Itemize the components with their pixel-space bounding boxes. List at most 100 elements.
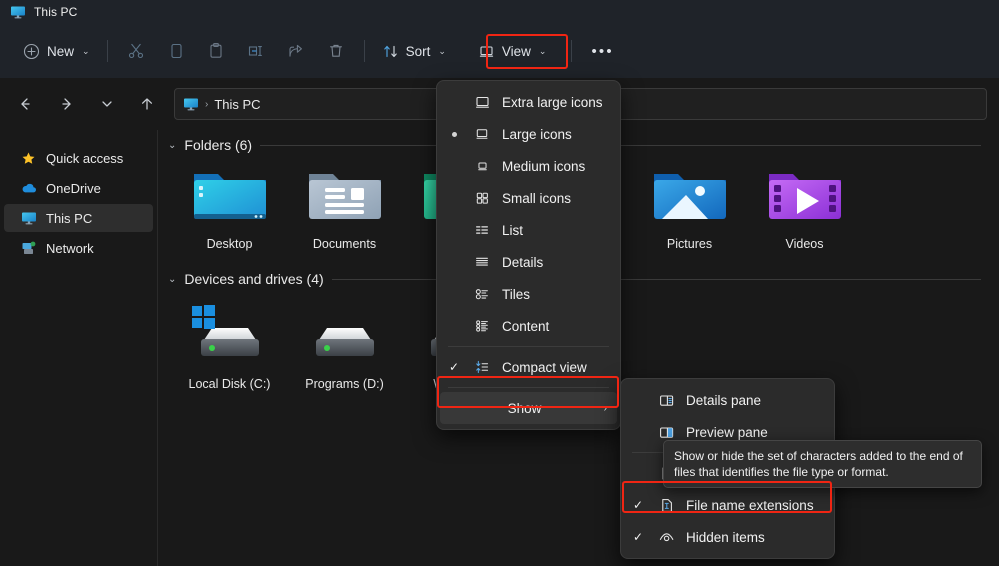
sidebar-item-onedrive[interactable]: OneDrive [4,174,153,202]
breadcrumb[interactable]: This PC [214,97,260,112]
sort-arrows-icon [382,43,399,60]
hidden-items-eye-icon [652,529,680,546]
this-pc-monitor-icon [20,210,37,227]
star-icon [20,150,37,167]
list-icon [468,222,496,238]
sidebar-item-network[interactable]: Network [4,234,153,262]
file-name-extensions-icon [652,497,680,514]
menu-item-details-pane[interactable]: Details pane [624,384,831,416]
tiles-icon [468,286,496,302]
sidebar-item-quick-access[interactable]: Quick access [4,144,153,172]
cloud-icon [20,180,37,197]
scissors-icon [127,42,145,60]
toolbar-divider-3 [571,40,572,62]
menu-item-content[interactable]: Content [440,310,617,342]
arrow-left-icon [17,96,33,112]
list-item[interactable]: Pictures [632,160,747,251]
sidebar-item-label: OneDrive [46,181,101,196]
toolbar-divider-2 [364,40,365,62]
menu-divider [448,346,609,347]
clipboard-paste-icon [207,42,225,60]
details-icon [468,254,496,270]
plus-circle-icon [23,43,40,60]
list-item[interactable]: Programs (D:) [287,300,402,391]
list-item[interactable]: Videos [747,160,862,251]
share-button[interactable] [276,35,316,67]
window-title: This PC [34,5,77,19]
large-icons-icon [468,126,496,142]
see-more-button[interactable]: ••• [580,35,624,67]
menu-item-label: List [502,223,523,238]
forward-button[interactable] [52,89,82,119]
extra-large-icons-icon [468,94,496,111]
menu-item-label: Details [502,255,543,270]
list-item[interactable]: Desktop [172,160,287,251]
menu-item-large-icons[interactable]: Large icons [440,118,617,150]
up-button[interactable] [132,89,162,119]
title-bar: This PC [0,0,999,24]
folder-videos-icon [763,160,847,228]
folder-pictures-icon [648,160,732,228]
chevron-down-icon [99,96,115,112]
menu-item-medium-icons[interactable]: Medium icons [440,150,617,182]
menu-item-compact-view[interactable]: ✓ Compact view [440,351,617,383]
view-dropdown-menu: Extra large icons Large icons Medium ico… [436,80,621,430]
menu-item-list[interactable]: List [440,214,617,246]
menu-item-tiles[interactable]: Tiles [440,278,617,310]
menu-item-label: Compact view [502,360,587,375]
sidebar-item-label: Quick access [46,151,123,166]
menu-item-file-name-extensions[interactable]: ✓ File name extensions [624,489,831,521]
copy-button[interactable] [156,35,196,67]
paste-button[interactable] [196,35,236,67]
view-button[interactable]: View ⌄ [469,35,556,67]
menu-item-label: Show [508,401,542,416]
menu-item-label: Small icons [502,191,571,206]
chevron-down-icon: ⌄ [82,46,90,57]
navigation-pane: Quick access OneDrive T [0,130,158,566]
group-header-label: Folders (6) [184,137,252,153]
new-button[interactable]: New ⌄ [14,35,99,67]
chevron-down-icon: ⌄ [168,274,176,285]
item-label: Programs (D:) [305,377,383,391]
share-icon [287,42,305,60]
menu-item-label: Extra large icons [502,95,603,110]
tooltip-text: Show or hide the set of characters added… [674,449,963,479]
menu-item-small-icons[interactable]: Small icons [440,182,617,214]
item-label: Documents [313,237,376,251]
recent-locations-button[interactable] [92,89,122,119]
sort-button-label: Sort [406,44,431,59]
file-explorer-window: This PC New ⌄ [0,0,999,566]
menu-item-show[interactable]: Show › [440,392,617,424]
delete-button[interactable] [316,35,356,67]
menu-item-label: File name extensions [686,498,814,513]
this-pc-monitor-icon [183,96,199,112]
small-icons-icon [468,190,496,206]
back-button[interactable] [10,89,40,119]
ellipsis-icon: ••• [591,43,613,60]
view-button-label: View [502,44,531,59]
tooltip: Show or hide the set of characters added… [663,440,982,488]
item-label: Videos [786,237,824,251]
sidebar-item-this-pc[interactable]: This PC [4,204,153,232]
menu-item-extra-large-icons[interactable]: Extra large icons [440,86,617,118]
sort-button[interactable]: Sort ⌄ [373,35,455,67]
new-button-label: New [47,44,74,59]
cut-button[interactable] [116,35,156,67]
check-indicator: ✓ [624,498,652,512]
list-item[interactable]: Documents [287,160,402,251]
sidebar-item-label: Network [46,241,94,256]
details-pane-icon [652,392,680,409]
menu-item-label: Large icons [502,127,572,142]
chevron-right-icon: › [604,403,607,414]
menu-item-details[interactable]: Details [440,246,617,278]
copy-icon [167,42,185,60]
menu-item-hidden-items[interactable]: ✓ Hidden items [624,521,831,553]
trash-icon [327,42,345,60]
rename-button[interactable] [236,35,276,67]
breadcrumb-separator: › [205,99,208,110]
list-item[interactable]: Local Disk (C:) [172,300,287,391]
network-icon [20,240,37,257]
group-header-label: Devices and drives (4) [184,271,323,287]
menu-item-label: Tiles [502,287,530,302]
command-toolbar: New ⌄ [0,24,999,78]
